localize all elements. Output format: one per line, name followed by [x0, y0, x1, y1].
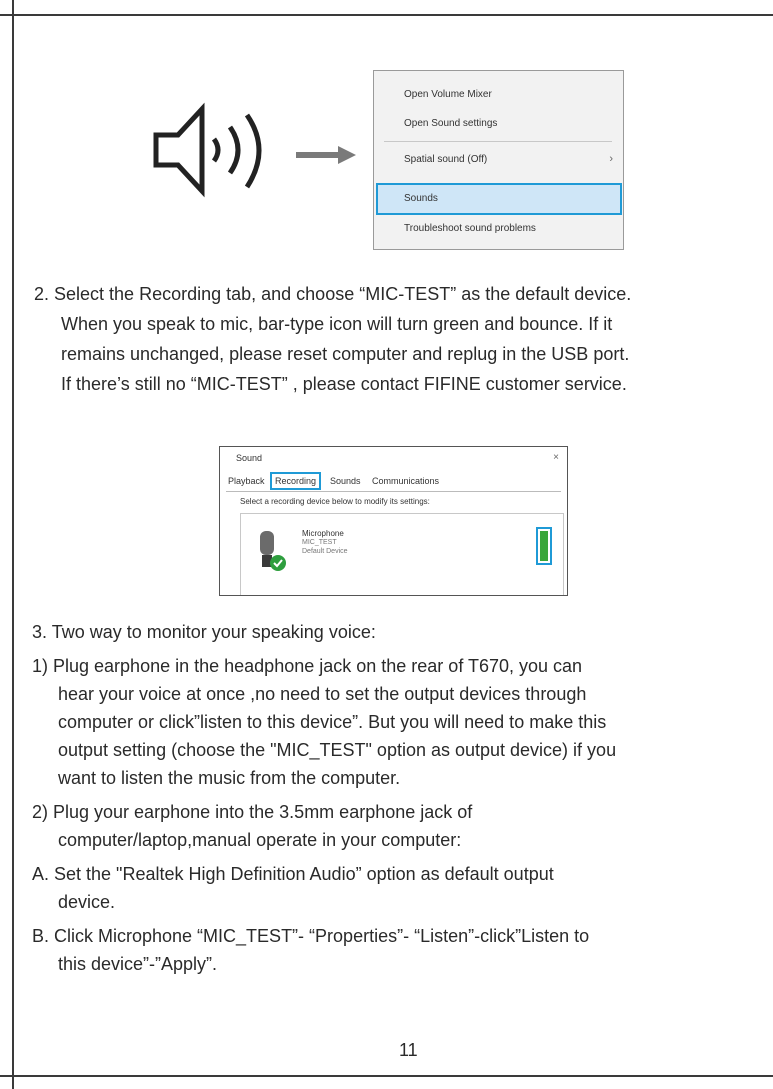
device-status: Default Device — [302, 548, 348, 555]
device-name: Microphone — [302, 529, 344, 538]
step2-line4: If there’s still no “MIC-TEST” , please … — [61, 374, 627, 394]
step2-line2: When you speak to mic, bar-type icon wil… — [61, 314, 613, 334]
menu-separator — [384, 141, 612, 142]
top-border — [0, 14, 773, 16]
step3-itemB-line1: B. Click Microphone “MIC_TEST”- “Propert… — [32, 926, 590, 946]
page-number: 11 — [399, 1040, 418, 1060]
chevron-right-icon: › — [609, 153, 613, 165]
level-meter — [536, 527, 552, 565]
step2-line3: remains unchanged, please reset computer… — [61, 344, 630, 364]
sound-dialog: Sound × Playback Recording Sounds Commun… — [219, 446, 568, 596]
tab-sounds[interactable]: Sounds — [330, 474, 361, 488]
device-subtitle: MIC_TEST — [302, 539, 337, 546]
menu-item-open-sound-settings[interactable]: Open Sound settings — [404, 114, 497, 134]
step3-item1-line5: want to listen the music from the comput… — [58, 768, 401, 788]
tab-recording[interactable]: Recording — [270, 472, 322, 490]
step3-item1-line4: output setting (choose the "MIC_TEST" op… — [58, 740, 617, 760]
step3-item2-line1: 2) Plug your earphone into the 3.5mm ear… — [32, 802, 473, 822]
step3-item2-line2: computer/laptop,manual operate in your c… — [58, 830, 462, 850]
volume-context-menu: Open Volume Mixer Open Sound settings Sp… — [373, 70, 624, 250]
menu-item-sounds[interactable]: Sounds — [404, 189, 438, 209]
right-arrow-icon — [296, 146, 356, 164]
microphone-icon — [260, 531, 286, 571]
step3-itemA-line1: A. Set the "Realtek High Definition Audi… — [32, 864, 554, 884]
dialog-title: Sound — [236, 453, 263, 463]
bottom-border — [0, 1075, 773, 1077]
tab-communications[interactable]: Communications — [372, 474, 439, 488]
step3-item1-line2: hear your voice at once ,no need to set … — [58, 684, 587, 704]
tab-divider — [226, 491, 561, 492]
menu-item-open-volume-mixer[interactable]: Open Volume Mixer — [404, 85, 492, 105]
menu-item-troubleshoot[interactable]: Troubleshoot sound problems — [404, 219, 536, 239]
menu-item-spatial-sound[interactable]: Spatial sound (Off) — [404, 150, 487, 170]
speaker-icon — [153, 102, 262, 198]
level-meter-fill — [540, 531, 548, 561]
tab-playback[interactable]: Playback — [228, 474, 265, 488]
step2-line1: 2. Select the Recording tab, and choose … — [34, 284, 632, 304]
step3-heading: 3. Two way to monitor your speaking voic… — [32, 622, 376, 642]
dialog-instruction: Select a recording device below to modif… — [240, 497, 430, 506]
left-border — [12, 0, 14, 1089]
step3-item1-line1: 1) Plug earphone in the headphone jack o… — [32, 656, 583, 676]
step3-itemB-line2: this device”-”Apply”. — [58, 954, 218, 974]
close-icon[interactable]: × — [553, 452, 559, 463]
step3-item1-line3: computer or click”listen to this device”… — [58, 712, 607, 732]
step3-itemA-line2: device. — [58, 892, 116, 912]
